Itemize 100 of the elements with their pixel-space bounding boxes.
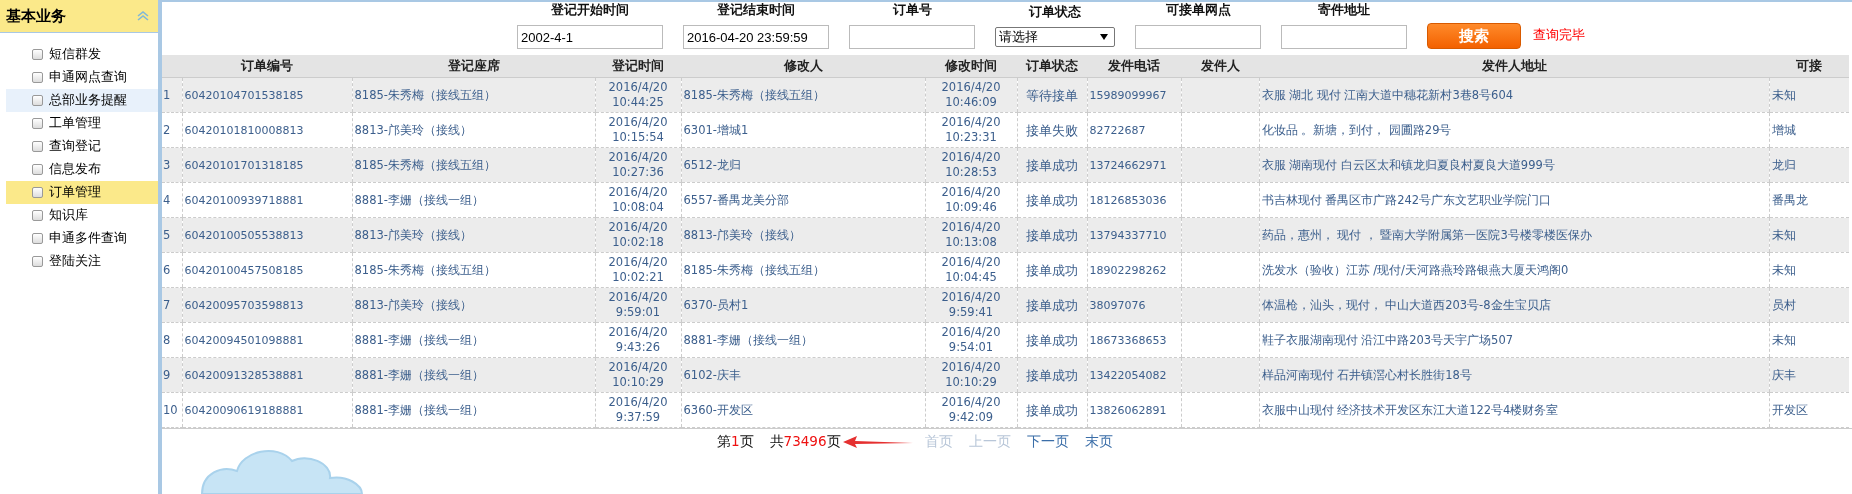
square-icon [32,233,43,244]
table-cell: 接单成功 [1026,227,1078,243]
input-field[interactable] [1135,25,1261,49]
table-cell: 8813-邝美玲（接线） [354,227,472,242]
column-header: 发件人地址 [1481,57,1547,73]
field-label: 可接单网点 [1165,1,1231,19]
table-cell: 2016/4/20 9:59:01 [608,290,668,319]
status-text: 查询完毕 [1533,26,1585,44]
table-cell: 60420104701538185 [184,88,304,102]
sidebar-item[interactable]: 工单管理 [6,112,158,135]
table-cell: 未知 [1771,87,1796,102]
row-number: 1 [163,87,171,102]
table-cell: 2016/4/20 10:10:29 [608,360,668,389]
sidebar-item[interactable]: 短信群发 [6,43,158,66]
table-cell: 衣服中山现付 经济技术开发区东江大道122号4楼财务室 [1261,402,1559,417]
table-cell: 龙归 [1771,157,1796,172]
field-label: 订单号 [892,1,932,19]
pagination-link[interactable]: 下一页 [1026,433,1069,451]
sidebar-item[interactable]: 申通网点查询 [6,66,158,89]
table-cell: 接单成功 [1026,262,1078,278]
table-cell: 衣服 湖北 现付 江南大道中穗花新村3巷8号604 [1261,87,1514,102]
table-cell: 8881-李姗（接线一组） [354,192,484,207]
input-field[interactable]: 2002-4-1 [517,25,663,49]
table-cell: 衣服 湖南现付 白云区太和镇龙归夏良村夏良大道999号 [1261,157,1555,172]
table-cell: 开发区 [1771,402,1808,417]
table-cell: 体温枪，汕头，现付， 中山大道西203号-8金生宝贝店 [1261,297,1551,312]
table-cell: 员村 [1771,297,1796,312]
table-cell: 13724662971 [1089,158,1167,172]
table-cell: 2016/4/20 9:43:26 [608,325,668,354]
table-cell: 60420100505538813 [184,228,304,242]
square-icon [32,164,43,175]
table-cell: 接单失败 [1026,122,1078,138]
square-icon [32,210,43,221]
table-cell: 8881-李姗（接线一组） [683,332,813,347]
table-cell: 60420101701318185 [184,158,304,172]
table-cell: 13826062891 [1089,403,1167,417]
sidebar-item[interactable]: 知识库 [6,204,158,227]
table-cell: 增城 [1771,122,1796,137]
table-cell: 接单成功 [1026,157,1078,173]
column-header: 修改时间 [945,57,997,73]
column-header: 可接 [1796,57,1822,73]
table-cell: 6557-番禺龙美分部 [683,192,789,207]
table-cell: 18126853036 [1089,193,1167,207]
sidebar-item[interactable]: 登陆关注 [6,250,158,273]
table-cell: 8881-李姗（接线一组） [354,402,484,417]
pagination-link[interactable]: 末页 [1084,433,1113,451]
table-cell: 2016/4/20 9:37:59 [608,395,668,424]
input-field[interactable]: 2016-04-20 23:59:59 [683,25,829,49]
table-cell: 鞋子衣服湖南现付 沿江中路203号天宇广场507 [1261,332,1514,347]
square-icon [32,72,43,83]
table-cell: 2016/4/20 10:13:08 [941,220,1001,249]
table-cell: 庆丰 [1771,367,1796,382]
field-label: 登记结束时间 [717,1,795,19]
row-number: 10 [163,402,178,417]
table-cell: 8813-邝美玲（接线） [683,227,801,242]
table-cell: 样品河南现付 石井镇滘心村长胜街18号 [1261,367,1472,382]
square-icon [32,256,43,267]
table-cell: 药品，惠州， 现付 ， 暨南大学附属第一医院3号楼零楼医保办 [1261,227,1592,242]
current-page-text: 第1页 [717,433,754,451]
table-cell: 6512-龙归 [683,157,741,172]
chevron-up-icon[interactable] [136,10,150,22]
table-cell: 接单成功 [1026,402,1078,418]
table-cell: 2016/4/20 10:02:18 [608,220,668,249]
table-cell: 60420091328538881 [184,368,304,382]
table-cell: 书吉林现付 番禺区市广路242号广东文艺职业学院门口 [1261,192,1552,207]
table-cell: 2016/4/20 10:28:53 [941,150,1001,179]
table-cell: 洗发水（验收）江苏 /现付/天河路燕玲路银燕大厦天鸿阁0 [1261,262,1569,277]
field-label: 登记开始时间 [551,1,629,19]
table-cell: 6301-增城1 [683,122,749,137]
table-cell: 8813-邝美玲（接线） [354,122,472,137]
sidebar-item[interactable]: 订单管理 [6,181,158,204]
sidebar-item[interactable]: 信息发布 [6,158,158,181]
total-pages-text: 共73496页 [769,433,841,451]
table-cell: 8185-朱秀梅（接线五组） [354,87,496,102]
table-cell: 2016/4/20 10:10:29 [941,360,1001,389]
table-cell: 60420100457508185 [184,263,304,277]
input-field[interactable] [849,25,975,49]
column-header: 发件人 [1200,57,1240,73]
status-dropdown[interactable]: 请选择 [995,27,1115,47]
table-cell: 8881-李姗（接线一组） [354,367,484,382]
table-cell: 8185-朱秀梅（接线五组） [354,262,496,277]
table-cell: 接单成功 [1026,297,1078,313]
table-cell: 6370-员村1 [683,297,749,312]
table-cell: 2016/4/20 9:59:41 [941,290,1001,319]
sidebar-title: 基本业务 [6,6,66,26]
row-number: 5 [163,227,171,242]
table-cell: 等待接单 [1026,87,1078,103]
input-field[interactable] [1281,25,1407,49]
table-cell: 60420100939718881 [184,193,304,207]
sidebar-item[interactable]: 申通多件查询 [6,227,158,250]
sidebar-item[interactable]: 查询登记 [6,135,158,158]
sidebar-item[interactable]: 总部业务提醒 [6,89,158,112]
table-cell: 6360-开发区 [683,402,753,417]
table-cell: 13794337710 [1089,228,1167,242]
row-number: 4 [163,192,171,207]
table-cell: 8881-李姗（接线一组） [354,332,484,347]
table-cell: 2016/4/20 10:04:45 [941,255,1001,284]
table-cell: 2016/4/20 10:09:46 [941,185,1001,214]
dropdown-arrow-icon [1100,34,1108,40]
square-icon [32,118,43,129]
